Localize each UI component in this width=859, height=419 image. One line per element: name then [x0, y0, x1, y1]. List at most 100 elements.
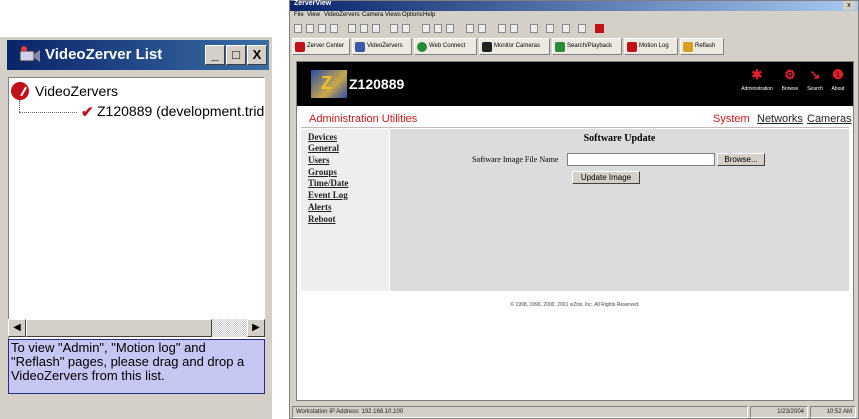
menu-view[interactable]: View — [307, 12, 320, 18]
toolbar-icon[interactable] — [294, 24, 302, 33]
copyright-text: © 1998, 1999, 2000, 2001 viZtre, Inc. Al… — [510, 302, 640, 308]
tab-reflash[interactable]: Reflash — [680, 38, 724, 55]
browse-icon: ⚙ — [784, 67, 796, 82]
file-name-label: Software Image File Name — [472, 155, 559, 164]
toolbar-icon[interactable] — [498, 24, 506, 33]
toolbar-icon[interactable] — [372, 24, 380, 33]
section-heading: Software Update — [583, 133, 656, 144]
menu-devices[interactable]: Devices — [308, 132, 337, 142]
view-tabs: Zerver Center VideoZervers Web Connect M… — [292, 38, 856, 56]
menu-users[interactable]: Users — [308, 155, 330, 165]
zerver-center-icon — [295, 42, 305, 52]
zerver-id: Z120889 — [349, 76, 405, 92]
toolbar-icon[interactable] — [562, 24, 570, 33]
toolbar-icon[interactable] — [510, 24, 518, 33]
status-bar: Workstation IP Address: 192.168.10.100 1… — [290, 406, 858, 418]
zerver-check-icon: ✔ — [81, 104, 94, 121]
about-icon: ❶ — [832, 67, 844, 82]
window-close-button[interactable]: x — [843, 1, 855, 10]
close-button[interactable]: X — [247, 45, 267, 65]
admin-header-row: Administration Utilities System Networks… — [301, 112, 852, 128]
tab-motion-log[interactable]: Motion Log — [624, 38, 678, 55]
toolbar-icon[interactable] — [434, 24, 442, 33]
tab-web-connect[interactable]: Web Connect — [414, 38, 477, 55]
browse-button[interactable]: Browse... — [717, 153, 765, 166]
panel-title-bar[interactable]: VideoZerver List _ □ X — [7, 40, 269, 70]
link-system[interactable]: System — [713, 113, 750, 125]
monitor-icon — [482, 42, 492, 52]
menu-groups[interactable]: Groups — [308, 167, 337, 177]
toolbar-icon[interactable] — [318, 24, 326, 33]
menu-event-log[interactable]: Event Log — [308, 190, 348, 200]
tree-root-label[interactable]: VideoZervers — [35, 83, 118, 99]
videozerver-list-panel: VideoZerver List _ □ X VideoZervers ✔ Z1… — [0, 37, 272, 419]
tree-connector — [19, 100, 20, 112]
window-title: ZerverView — [294, 0, 332, 7]
menu-camera-views[interactable]: Camera Views — [362, 12, 401, 18]
link-networks[interactable]: Networks — [757, 113, 803, 125]
status-date: 1/23/2004 — [750, 406, 808, 418]
window-title-bar[interactable]: ZerverView x — [290, 0, 858, 11]
page-header: Z120889 ✱ Administration ⚙ Browse ↘ Sear… — [297, 62, 853, 106]
videozerver-tree: VideoZervers ✔ Z120889 (development.trid… — [8, 77, 265, 357]
scroll-right-icon[interactable]: ▶ — [247, 319, 265, 337]
motion-log-icon — [627, 42, 637, 52]
toolbar-icon[interactable] — [402, 24, 410, 33]
toolbar-icon[interactable] — [546, 24, 554, 33]
tab-monitor-cameras[interactable]: Monitor Cameras — [479, 38, 550, 55]
menu-options[interactable]: Options — [402, 12, 423, 18]
menu-reboot[interactable]: Reboot — [308, 214, 336, 224]
tab-search-playback[interactable]: Search/Playback — [552, 38, 622, 55]
menu-general[interactable]: General — [308, 143, 339, 153]
tree-item-z120889[interactable]: Z120889 (development.trider — [97, 103, 264, 119]
menu-time-date[interactable]: Time/Date — [308, 178, 348, 188]
nav-about[interactable]: ❶ About — [827, 66, 849, 92]
toolbar-icon[interactable] — [446, 24, 454, 33]
software-update-panel: Software Update Software Image File Name… — [390, 129, 849, 291]
nav-administration[interactable]: ✱ Administration — [737, 66, 777, 92]
toolbar-icon[interactable] — [478, 24, 486, 33]
scroll-track[interactable] — [212, 319, 247, 337]
menu-file[interactable]: File — [294, 12, 304, 18]
scroll-thumb[interactable] — [26, 319, 212, 337]
admin-side-menu: Devices General Users Groups Time/Date E… — [301, 129, 389, 291]
menu-videozervers[interactable]: VideoZervers — [324, 12, 360, 18]
toolbar-icon[interactable] — [578, 24, 586, 33]
globe-icon — [417, 42, 427, 52]
camera-icon — [19, 46, 40, 62]
menu-bar: File View VideoZervers Camera Views Opti… — [290, 11, 858, 21]
toolbar-icon[interactable] — [466, 24, 474, 33]
nav-browse[interactable]: ⚙ Browse — [777, 66, 803, 92]
toolbar-icon[interactable] — [360, 24, 368, 33]
toolbar-icon[interactable] — [530, 24, 538, 33]
software-image-input[interactable] — [567, 153, 715, 166]
toolbar-icon[interactable] — [330, 24, 338, 33]
administration-icon: ✱ — [751, 67, 763, 82]
tab-zerver-center[interactable]: Zerver Center — [292, 38, 350, 55]
status-time: 10:52 AM — [810, 406, 856, 418]
maximize-button[interactable]: □ — [226, 45, 246, 65]
stop-icon[interactable] — [595, 24, 604, 33]
toolbar-icon[interactable] — [390, 24, 398, 33]
panel-title: VideoZerver List — [45, 46, 163, 63]
minimize-button[interactable]: _ — [205, 45, 225, 65]
scroll-left-icon[interactable]: ◀ — [8, 319, 26, 337]
link-cameras[interactable]: Cameras — [807, 113, 852, 125]
videozervers-icon — [355, 42, 365, 52]
search-playback-icon — [555, 42, 565, 52]
horizontal-scrollbar[interactable]: ◀ ▶ — [8, 319, 265, 337]
tree-connector — [19, 112, 77, 113]
zerverview-window: ZerverView x File View VideoZervers Came… — [289, 0, 859, 419]
videozervers-root-icon — [11, 82, 29, 100]
videozerver-logo — [311, 70, 347, 98]
menu-alerts[interactable]: Alerts — [308, 202, 332, 212]
toolbar-icon[interactable] — [348, 24, 356, 33]
nav-search[interactable]: ↘ Search — [803, 66, 827, 92]
reflash-icon — [683, 42, 693, 52]
toolbar-icon[interactable] — [422, 24, 430, 33]
menu-help[interactable]: Help — [423, 12, 435, 18]
toolbar-icon[interactable] — [306, 24, 314, 33]
update-image-button[interactable]: Update Image — [572, 171, 640, 184]
tab-videozervers[interactable]: VideoZervers — [352, 38, 412, 55]
toolbar — [290, 22, 858, 36]
